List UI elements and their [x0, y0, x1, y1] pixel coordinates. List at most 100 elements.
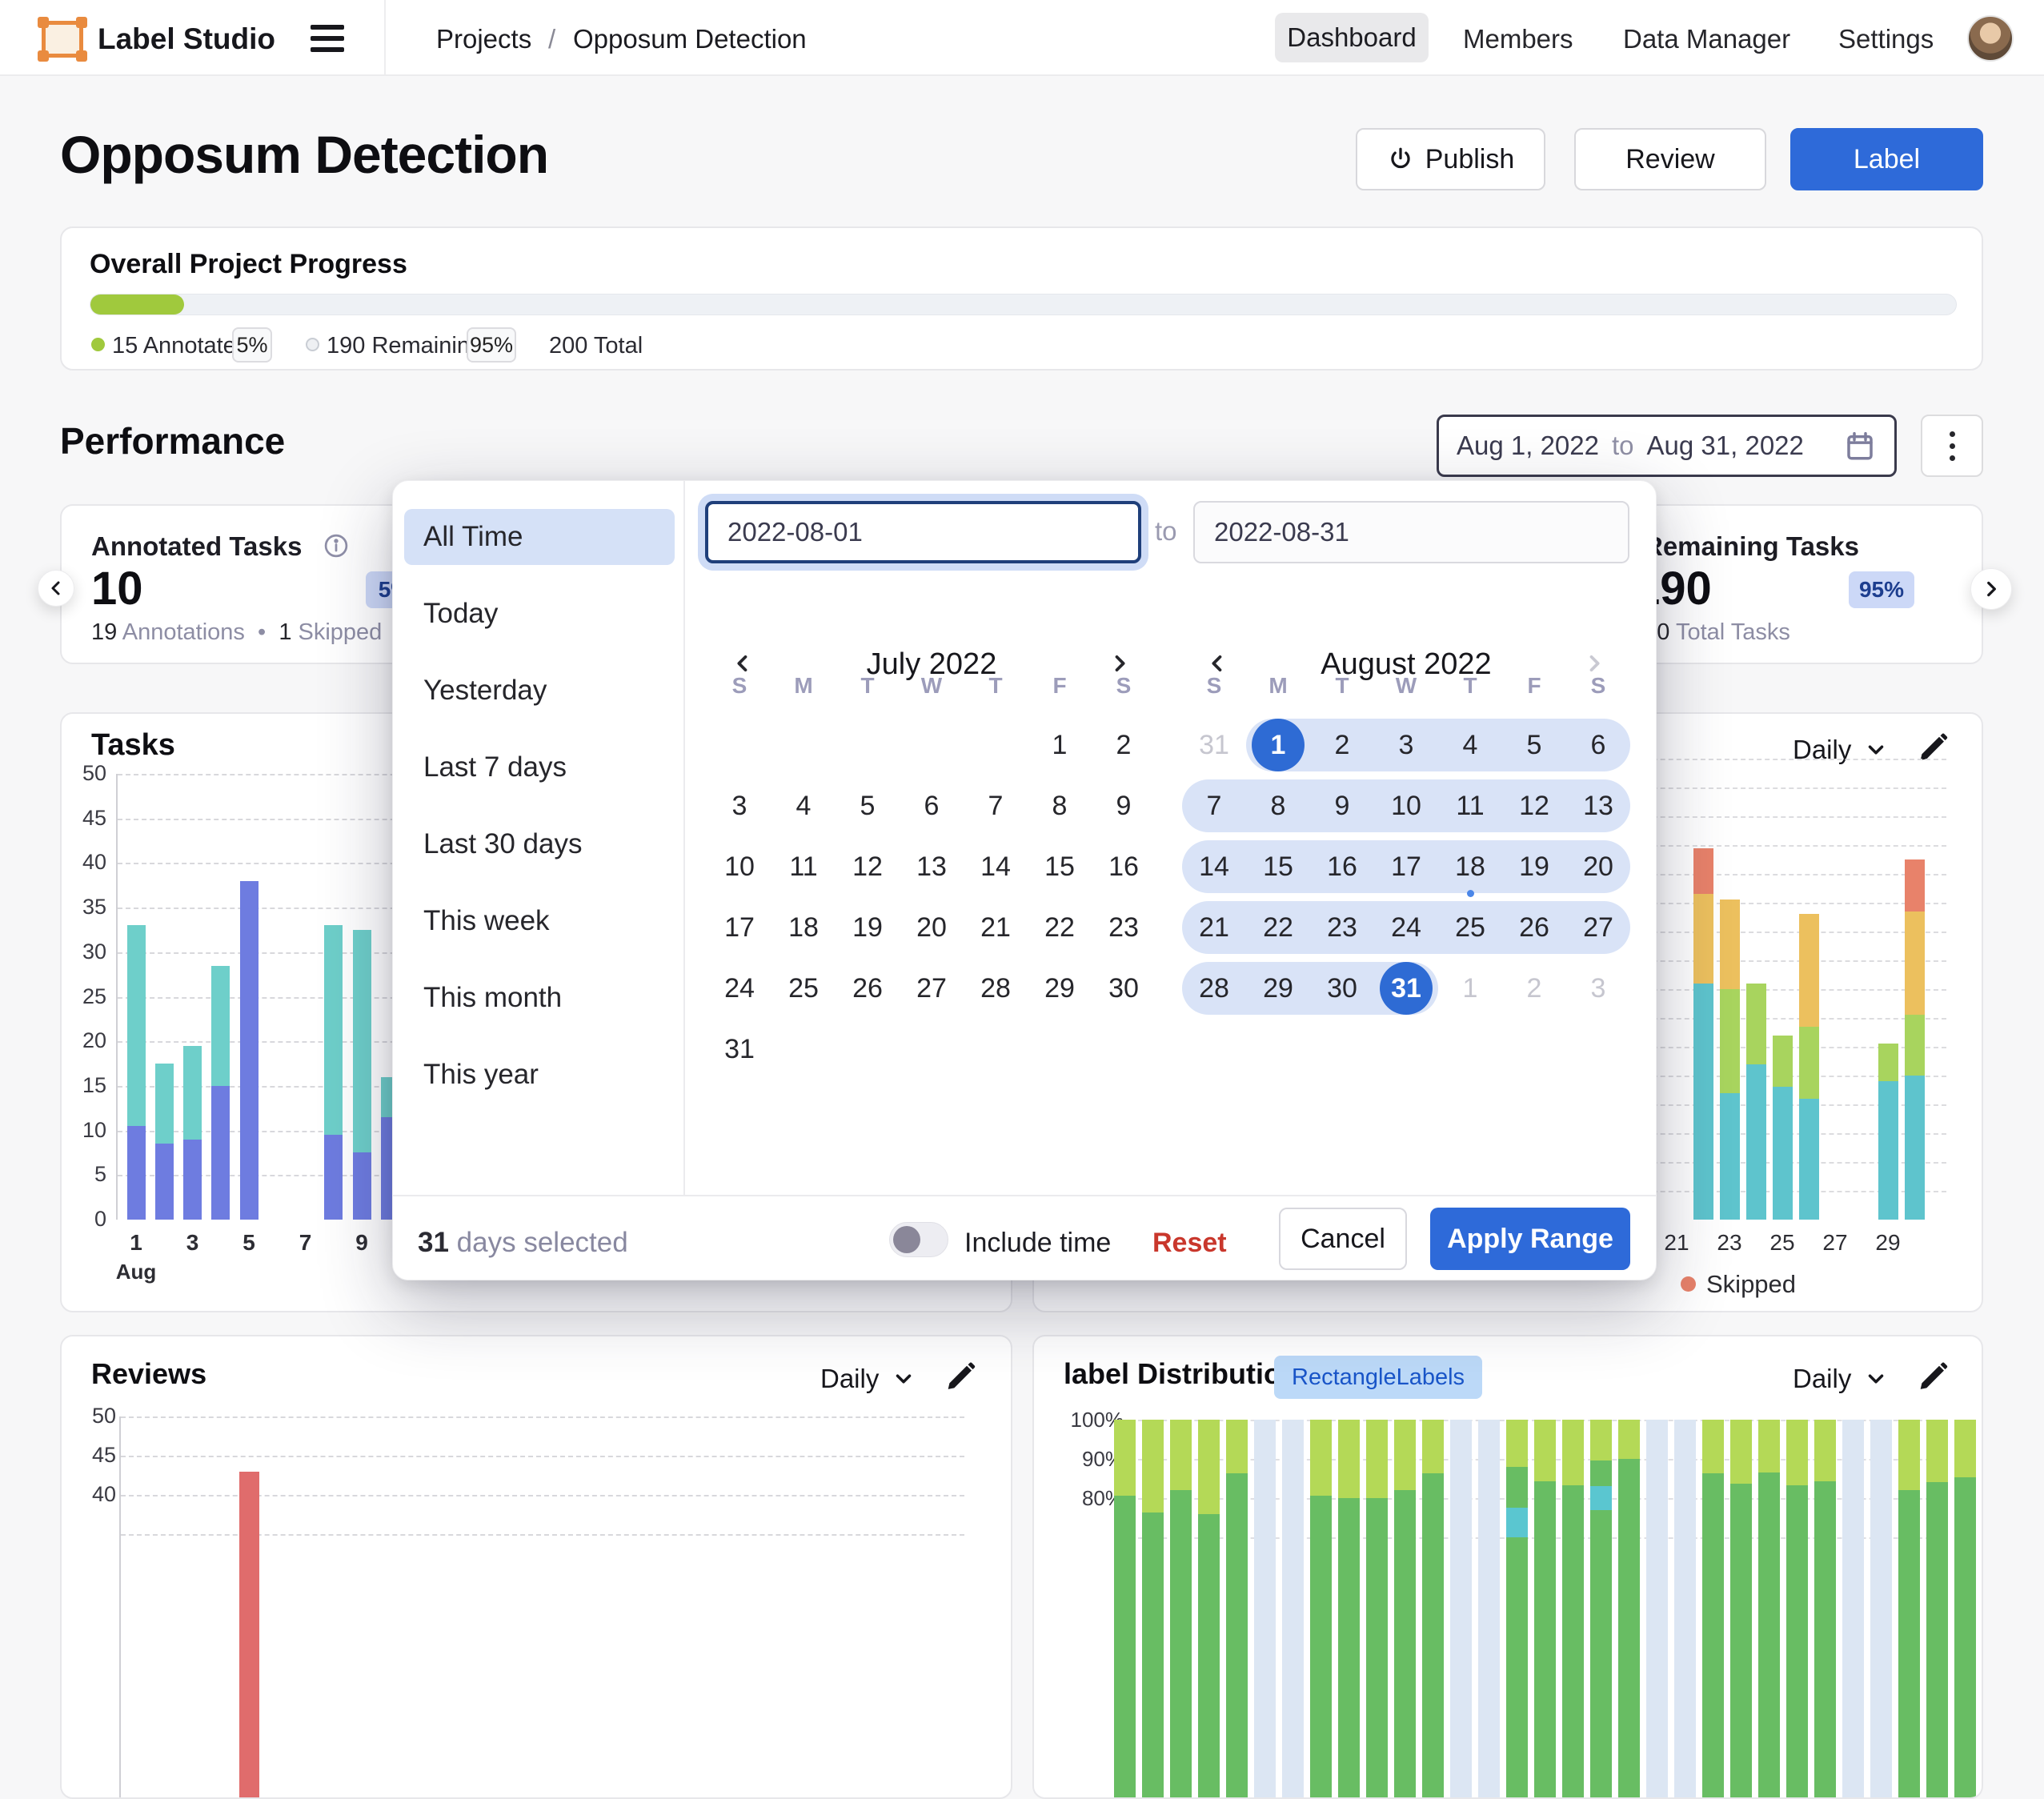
- calendar-day[interactable]: 6: [900, 775, 964, 836]
- start-date-input[interactable]: 2022-08-01: [705, 501, 1141, 563]
- calendar-day[interactable]: 27: [900, 958, 964, 1019]
- calendar-day[interactable]: 11: [772, 836, 836, 897]
- preset-this-year[interactable]: This year: [404, 1047, 675, 1103]
- calendar-day[interactable]: 12: [1502, 775, 1566, 836]
- calendar-day[interactable]: 15: [1246, 836, 1310, 897]
- preset-this-month[interactable]: This month: [404, 970, 675, 1026]
- calendar-day[interactable]: 11: [1438, 775, 1502, 836]
- calendar-day[interactable]: 19: [1502, 836, 1566, 897]
- calendar-day[interactable]: 8: [1028, 775, 1092, 836]
- preset-last-30-days[interactable]: Last 30 days: [404, 816, 675, 872]
- calendar-day[interactable]: 28: [964, 958, 1028, 1019]
- label-button[interactable]: Label: [1790, 128, 1983, 190]
- calendar-day[interactable]: 26: [836, 958, 900, 1019]
- calendar-day[interactable]: 25: [772, 958, 836, 1019]
- calendar-day[interactable]: 6: [1566, 715, 1630, 775]
- calendar-day[interactable]: 31: [707, 1019, 772, 1080]
- calendar-day[interactable]: 1: [1028, 715, 1092, 775]
- calendar-day[interactable]: 21: [1182, 897, 1246, 958]
- calendar-day[interactable]: 30: [1092, 958, 1156, 1019]
- calendar-day[interactable]: 7: [964, 775, 1028, 836]
- calendar-day[interactable]: 29: [1028, 958, 1092, 1019]
- preset-all-time[interactable]: All Time: [404, 509, 675, 565]
- calendar-day[interactable]: 12: [836, 836, 900, 897]
- calendar-day[interactable]: 29: [1246, 958, 1310, 1019]
- calendar-day[interactable]: 9: [1092, 775, 1156, 836]
- calendar-day[interactable]: 27: [1566, 897, 1630, 958]
- calendar-day[interactable]: 31: [1374, 958, 1438, 1019]
- carousel-next-button[interactable]: [1970, 568, 2012, 610]
- calendar-day[interactable]: 16: [1092, 836, 1156, 897]
- tab-settings[interactable]: Settings: [1838, 24, 1934, 54]
- calendar-day[interactable]: 3: [1566, 958, 1630, 1019]
- breadcrumb-projects[interactable]: Projects: [436, 24, 531, 54]
- calendar-day[interactable]: 18: [1438, 836, 1502, 897]
- calendar-day[interactable]: 24: [707, 958, 772, 1019]
- calendar-day[interactable]: 23: [1310, 897, 1374, 958]
- publish-button[interactable]: Publish: [1356, 128, 1545, 190]
- calendar-day[interactable]: 8: [1246, 775, 1310, 836]
- kebab-menu-button[interactable]: [1921, 415, 1983, 477]
- calendar-day[interactable]: 22: [1246, 897, 1310, 958]
- calendar-day[interactable]: 13: [1566, 775, 1630, 836]
- calendar-day[interactable]: 20: [900, 897, 964, 958]
- tab-data-manager[interactable]: Data Manager: [1623, 24, 1790, 54]
- bar-segment: [1366, 1498, 1388, 1797]
- calendar-day[interactable]: 19: [836, 897, 900, 958]
- calendar-day[interactable]: 16: [1310, 836, 1374, 897]
- calendar-day[interactable]: 4: [1438, 715, 1502, 775]
- carousel-prev-button[interactable]: [38, 570, 74, 607]
- hamburger-menu-icon[interactable]: [311, 25, 344, 52]
- calendar-day[interactable]: 30: [1310, 958, 1374, 1019]
- calendar-day[interactable]: 23: [1092, 897, 1156, 958]
- calendar-day[interactable]: 13: [900, 836, 964, 897]
- calendar-day[interactable]: 24: [1374, 897, 1438, 958]
- bar-segment: [1170, 1420, 1192, 1490]
- calendar-day[interactable]: 10: [707, 836, 772, 897]
- bar-segment: [1618, 1420, 1640, 1459]
- reset-button[interactable]: Reset: [1152, 1228, 1227, 1259]
- calendar-day[interactable]: 1: [1246, 715, 1310, 775]
- calendar-day[interactable]: 15: [1028, 836, 1092, 897]
- tick-label: 80%: [1050, 1486, 1124, 1511]
- preset-this-week[interactable]: This week: [404, 893, 675, 949]
- preset-yesterday[interactable]: Yesterday: [404, 663, 675, 719]
- calendar-day[interactable]: 28: [1182, 958, 1246, 1019]
- calendar-day[interactable]: 10: [1374, 775, 1438, 836]
- calendar-day[interactable]: 18: [772, 897, 836, 958]
- date-range-button[interactable]: Aug 1, 2022 to Aug 31, 2022: [1437, 415, 1897, 477]
- preset-today[interactable]: Today: [404, 586, 675, 642]
- calendar-day[interactable]: 2: [1502, 958, 1566, 1019]
- calendar-day[interactable]: 21: [964, 897, 1028, 958]
- calendar-day[interactable]: 3: [1374, 715, 1438, 775]
- include-time-toggle[interactable]: [889, 1222, 948, 1257]
- user-avatar[interactable]: [1967, 15, 2014, 62]
- tab-members[interactable]: Members: [1463, 24, 1573, 54]
- calendar-day[interactable]: 2: [1310, 715, 1374, 775]
- bar-segment: [1954, 1420, 1976, 1477]
- calendar-day[interactable]: 3: [707, 775, 772, 836]
- calendar-day[interactable]: 2: [1092, 715, 1156, 775]
- preset-last-7-days[interactable]: Last 7 days: [404, 739, 675, 795]
- calendar-day[interactable]: 9: [1310, 775, 1374, 836]
- calendar-day[interactable]: 25: [1438, 897, 1502, 958]
- calendar-day[interactable]: 5: [836, 775, 900, 836]
- apply-range-button[interactable]: Apply Range: [1430, 1208, 1630, 1270]
- calendar-day[interactable]: 17: [1374, 836, 1438, 897]
- calendar-day[interactable]: 26: [1502, 897, 1566, 958]
- calendar-day[interactable]: 4: [772, 775, 836, 836]
- calendar-day[interactable]: 22: [1028, 897, 1092, 958]
- tab-dashboard[interactable]: Dashboard: [1275, 13, 1429, 62]
- info-icon[interactable]: [322, 531, 351, 560]
- cancel-button[interactable]: Cancel: [1279, 1208, 1407, 1270]
- calendar-day[interactable]: 14: [964, 836, 1028, 897]
- calendar-day[interactable]: 31: [1182, 715, 1246, 775]
- calendar-day[interactable]: 5: [1502, 715, 1566, 775]
- calendar-day[interactable]: 14: [1182, 836, 1246, 897]
- review-button[interactable]: Review: [1574, 128, 1766, 190]
- calendar-day[interactable]: 7: [1182, 775, 1246, 836]
- calendar-day[interactable]: 1: [1438, 958, 1502, 1019]
- calendar-day[interactable]: 20: [1566, 836, 1630, 897]
- calendar-day[interactable]: 17: [707, 897, 772, 958]
- end-date-input[interactable]: 2022-08-31: [1193, 501, 1629, 563]
